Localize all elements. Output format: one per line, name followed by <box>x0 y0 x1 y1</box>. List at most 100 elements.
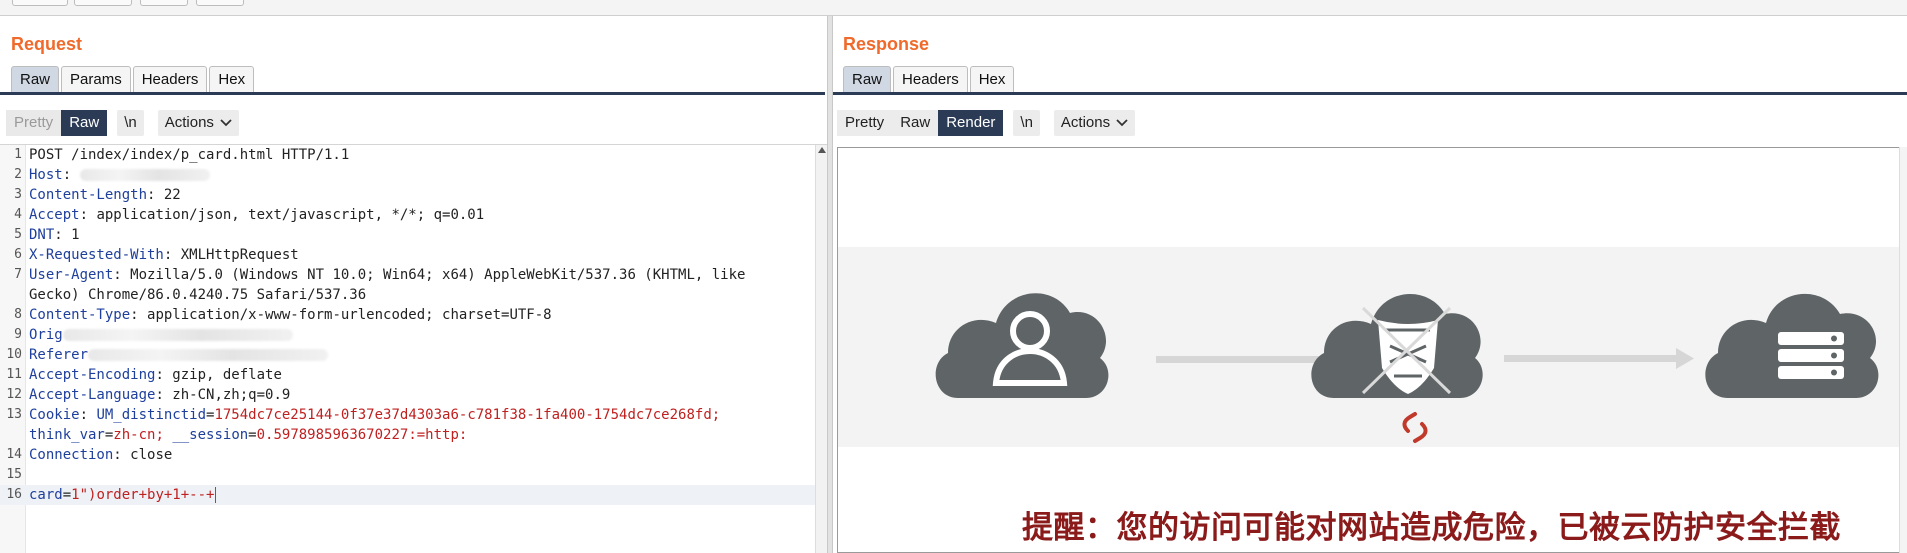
code-line: 8 Content-Type: application/x-www-form-u… <box>0 305 815 325</box>
header-value: gzip, deflate <box>172 367 282 383</box>
line-number: 9 <box>14 327 22 342</box>
actions-label: Actions <box>164 114 214 131</box>
raw-button[interactable]: Raw <box>892 110 939 136</box>
code-line: 1 POST /index/index/p_card.html HTTP/1.1 <box>0 145 815 165</box>
header-separator: : <box>113 447 131 463</box>
code-line: 9 Orig <box>0 325 815 345</box>
line-number: 3 <box>14 187 22 202</box>
header-value: close <box>130 447 173 463</box>
toolbar-button-stub[interactable] <box>196 0 244 6</box>
toolbar-button-stub[interactable] <box>74 0 132 6</box>
line-number: 2 <box>14 167 22 182</box>
code-line: 5 DNT: 1 <box>0 225 815 245</box>
tab-hex[interactable]: Hex <box>209 66 255 93</box>
block-alert-message: 提醒：您的访问可能对网站造成危险，已被云防护安全拦截 <box>1022 510 1841 546</box>
header-value: zh-CN,zh;q=0.9 <box>172 387 291 403</box>
render-button[interactable]: Render <box>938 110 1004 136</box>
line-number: 4 <box>14 207 22 222</box>
line-number: 8 <box>14 307 22 322</box>
header-name: Accept-Encoding <box>29 367 156 383</box>
code-line: 3 Content-Length: 22 <box>0 185 815 205</box>
line-number: 14 <box>6 447 22 462</box>
pretty-button[interactable]: Pretty <box>837 110 893 136</box>
line-number: 11 <box>6 367 22 382</box>
request-tabs: Raw Params Headers Hex <box>11 66 255 93</box>
toolbar-button-stub[interactable] <box>140 0 188 6</box>
header-value: XMLHttpRequest <box>180 247 299 263</box>
header-separator: : <box>62 167 80 183</box>
header-name: Content-Length <box>29 187 148 203</box>
tab-raw[interactable]: Raw <box>843 66 892 93</box>
tab-raw[interactable]: Raw <box>11 66 60 93</box>
request-editor[interactable]: 1 POST /index/index/p_card.html HTTP/1.1… <box>0 145 815 553</box>
view-mode-toggle: Pretty Raw Render <box>837 110 1004 136</box>
line-number: 5 <box>14 227 22 242</box>
code-line: 11 Accept-Encoding: gzip, deflate <box>0 365 815 385</box>
shield-icon <box>1311 293 1483 398</box>
code-line: 6 X-Requested-With: XMLHttpRequest <box>0 245 815 265</box>
raw-button[interactable]: Raw <box>61 110 108 136</box>
line-number: 16 <box>6 487 22 502</box>
toolbar-button-stub[interactable] <box>12 0 68 6</box>
body-param-value: 1")order+by+1+--+ <box>71 487 215 503</box>
header-separator: : <box>155 387 173 403</box>
header-separator: : <box>147 187 164 203</box>
header-name: DNT <box>29 227 55 243</box>
header-separator: : <box>155 367 173 383</box>
code-line: 15 <box>0 465 815 485</box>
tab-headers[interactable]: Headers <box>132 66 208 93</box>
tab-underline <box>0 92 825 95</box>
header-separator: : <box>54 227 72 243</box>
header-separator: : <box>163 247 181 263</box>
header-value: application/x-www-form-urlencoded; chars… <box>147 307 552 323</box>
request-editor-toolbar: Pretty Raw \n Actions <box>6 110 239 136</box>
actions-button[interactable]: Actions <box>1053 110 1136 136</box>
header-name: Accept-Language <box>29 387 156 403</box>
render-scrollbar[interactable] <box>1899 147 1907 553</box>
header-name: Orig <box>29 327 63 343</box>
server-icon <box>1705 293 1879 398</box>
tab-params[interactable]: Params <box>61 66 131 93</box>
tab-hex[interactable]: Hex <box>969 66 1015 93</box>
header-separator: : <box>130 307 148 323</box>
user-icon <box>935 293 1109 398</box>
code-line: 13 Cookie: UM_distinctid=1754dc7ce25144-… <box>0 405 815 425</box>
editor-scrollbar[interactable] <box>815 145 827 553</box>
cookie-value: 1754dc7ce25144-0f37e37d4303a6-c781f38-1f… <box>214 407 721 423</box>
header-name: Content-Type <box>29 307 131 323</box>
line-number: 1 <box>14 147 22 162</box>
code-line: 7 User-Agent: Mozilla/5.0 (Windows NT 10… <box>0 265 815 285</box>
body-param-name: card <box>29 487 63 503</box>
response-pane: Response Raw Headers Hex Pretty Raw Rend… <box>833 16 1907 553</box>
pretty-button[interactable]: Pretty <box>6 110 62 136</box>
header-value: Mozilla/5.0 (Windows NT 10.0; Win64; x64… <box>130 267 746 283</box>
header-value-continued: Gecko) Chrome/86.0.4240.75 Safari/537.36 <box>29 287 367 303</box>
cookie-name: UM_distinctid <box>96 407 207 423</box>
redacted-value <box>79 169 210 181</box>
top-toolbar-strip <box>0 0 1907 16</box>
header-name: Host <box>29 167 63 183</box>
line-number: 10 <box>6 347 22 362</box>
line-number: 7 <box>14 267 22 282</box>
header-value: 22 <box>163 187 181 203</box>
rendered-response: 提醒：您的访问可能对网站造成危险，已被云防护安全拦截 <box>837 147 1907 553</box>
header-name: Accept <box>29 207 80 223</box>
tab-underline <box>833 92 1907 95</box>
cookie-name: __session <box>172 427 249 443</box>
header-value: application/json, text/javascript, */*; … <box>96 207 485 223</box>
response-tabs: Raw Headers Hex <box>843 66 1015 93</box>
arrow-right-icon <box>1504 348 1694 369</box>
chevron-down-icon <box>220 119 232 127</box>
waf-block-diagram <box>935 293 1879 443</box>
tab-headers[interactable]: Headers <box>893 66 968 93</box>
header-name: X-Requested-With <box>29 247 164 263</box>
header-name: Referer <box>29 347 89 363</box>
show-newlines-button[interactable]: \n <box>1013 110 1040 136</box>
header-separator: : <box>113 267 131 283</box>
show-newlines-button[interactable]: \n <box>117 110 144 136</box>
code-line-current: 16 card=1")order+by+1+--+ <box>0 485 815 505</box>
actions-button[interactable]: Actions <box>157 110 239 136</box>
cookie-value: 0.5978985963670227:=http: <box>256 427 468 443</box>
header-value: 1 <box>71 227 80 243</box>
line-number: 15 <box>6 467 22 482</box>
